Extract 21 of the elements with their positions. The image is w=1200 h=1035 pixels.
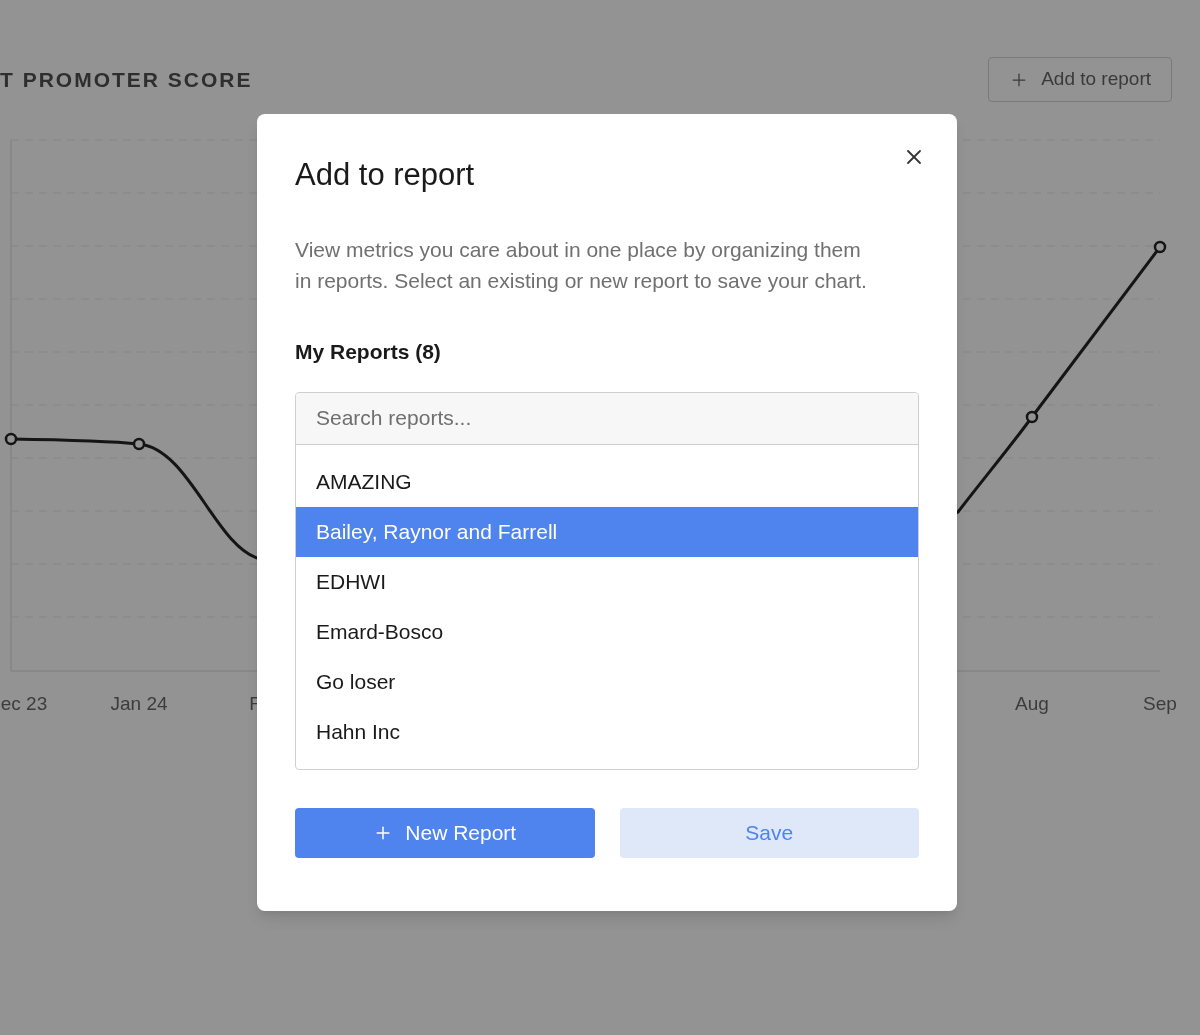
data-point — [1153, 240, 1167, 254]
section-title: My Reports (8) — [295, 339, 442, 365]
x-axis-label: Aug — [1015, 693, 1049, 714]
report-item[interactable]: AMAZING — [296, 456, 918, 507]
x-axis-label: ec 23 — [0, 693, 48, 714]
data-point — [132, 437, 146, 451]
report-item[interactable]: Hahn Inc — [296, 706, 918, 757]
report-item[interactable]: Emard-Bosco — [296, 606, 918, 657]
x-axis-label: Sep — [1143, 693, 1177, 714]
dialog-description: View metrics you care about in one place by organizing them in reports. Select an existing or new report to save your chart. — [295, 237, 868, 294]
report-item[interactable]: Bailey, Raynor and Farrell — [296, 506, 918, 557]
report-item[interactable]: Go loser — [296, 656, 918, 707]
data-point — [4, 432, 18, 446]
chart-title: T PROMOTER SCORE — [0, 66, 253, 93]
search-field[interactable]: Search reports... — [296, 392, 918, 445]
report-item[interactable]: EDHWI — [296, 556, 918, 607]
add-to-report-button[interactable]: Add to report — [988, 57, 1172, 102]
data-point — [1025, 410, 1039, 424]
dialog-title: Add to report — [295, 156, 476, 194]
new-report-button[interactable]: New Report — [295, 807, 595, 858]
x-axis-label: Jan 24 — [110, 693, 168, 714]
